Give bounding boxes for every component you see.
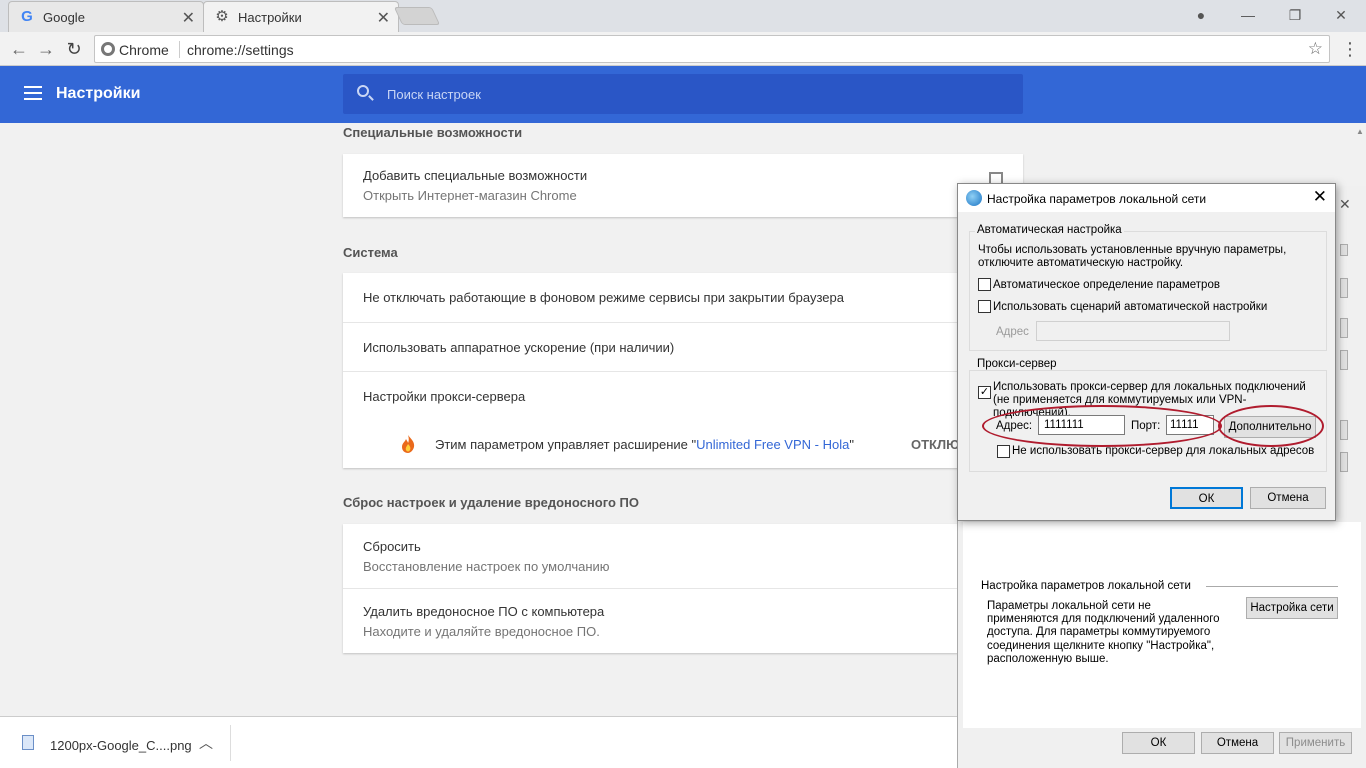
extension-link[interactable]: Unlimited Free VPN - Hola (696, 437, 849, 452)
use-proxy-checkbox[interactable]: ✓ (978, 386, 991, 399)
close-window-button[interactable]: ✕ (1329, 4, 1353, 26)
disable-extension-button[interactable]: ОТКЛЮ (911, 437, 960, 452)
tab-title: Настройки (238, 10, 302, 25)
card-system: Не отключать работающие в фоновом режиме… (343, 273, 1023, 468)
scroll-up-arrow-icon[interactable]: ▲ (1356, 127, 1364, 137)
auto-detect-label: Автоматическое определение параметров (993, 279, 1220, 291)
tab-google[interactable]: G Google ✕ (8, 1, 204, 32)
auto-config-description: Чтобы использовать установленные вручную… (978, 244, 1287, 269)
ok-button[interactable]: ОК (1122, 732, 1195, 754)
chevron-up-icon[interactable]: ︿ (199, 733, 213, 753)
dialog-titlebar: Настройка параметров локальной сети ✕ (958, 184, 1335, 212)
cancel-button[interactable]: Отмена (1201, 732, 1274, 754)
close-icon[interactable]: ✕ (1313, 187, 1327, 207)
profile-icon[interactable]: ● (1189, 4, 1213, 26)
cancel-button[interactable]: Отмена (1250, 487, 1326, 509)
auto-script-checkbox[interactable] (978, 300, 991, 313)
lan-settings-button[interactable]: Настройка сети (1246, 597, 1338, 619)
bookmark-star-icon[interactable]: ☆ (1308, 39, 1323, 59)
close-tab-icon[interactable]: ✕ (182, 8, 195, 28)
highlight-annotation (1218, 405, 1324, 447)
reset-row[interactable]: Сбросить Восстановление настроек по умол… (343, 524, 1023, 588)
forward-arrow-icon[interactable]: → (35, 38, 57, 60)
tab-settings[interactable]: ⚙ Настройки ✕ (203, 1, 399, 32)
download-filename[interactable]: 1200px-Google_C....png (50, 738, 192, 753)
row-title: Добавить специальные возможности (363, 168, 588, 183)
ok-button[interactable]: ОК (1170, 487, 1243, 509)
hardware-accel-row[interactable]: Использовать аппаратное ускорение (при н… (343, 323, 1023, 371)
omnibox-separator (179, 41, 180, 58)
reload-icon[interactable]: ↻ (63, 38, 85, 60)
hola-extension-icon (402, 435, 415, 453)
chrome-icon (101, 42, 115, 56)
minimize-button[interactable]: — (1236, 4, 1260, 26)
row-subtitle: Восстановление настроек по умолчанию (363, 559, 610, 574)
card-accessibility: Добавить специальные возможности Открыть… (343, 154, 1023, 217)
hidden-control (1340, 278, 1348, 298)
lan-group-title: Настройка параметров локальной сети (981, 580, 1191, 592)
hamburger-menu-icon[interactable] (24, 86, 42, 100)
row-title: Не отключать работающие в фоновом режиме… (363, 290, 844, 305)
row-subtitle: Находите и удаляйте вредоносное ПО. (363, 624, 600, 639)
row-title: Использовать аппаратное ускорение (при н… (363, 340, 675, 355)
settings-header: Настройки (0, 66, 1366, 123)
restore-button[interactable]: ❐ (1283, 4, 1307, 26)
proxy-group-label: Прокси-сервер (975, 358, 1059, 370)
bypass-local-checkbox[interactable] (997, 445, 1010, 458)
extension-notice: Этим параметром управляет расширение "Un… (435, 437, 854, 452)
row-title: Удалить вредоносное ПО с компьютера (363, 604, 605, 619)
close-icon[interactable]: ✕ (1339, 196, 1351, 213)
background-apps-row[interactable]: Не отключать работающие в фоновом режиме… (343, 273, 1023, 322)
auto-config-group-label: Автоматическая настройка (975, 224, 1124, 236)
extension-prefix: Этим параметром управляет расширение " (435, 437, 697, 452)
script-address-input[interactable] (1036, 321, 1230, 341)
back-arrow-icon[interactable]: ← (8, 38, 30, 60)
chrome-menu-icon[interactable]: ⋮ (1340, 37, 1360, 61)
google-g-icon: G (21, 8, 33, 25)
new-tab-button[interactable] (393, 7, 441, 25)
url-text[interactable]: chrome://settings (187, 42, 294, 58)
hidden-control (1340, 452, 1348, 472)
section-title-reset: Сброс настроек и удаление вредоносного П… (343, 495, 639, 510)
row-title: Настройки прокси-сервера (363, 389, 526, 404)
lan-group-description: Параметры локальной сети не применяются … (987, 600, 1220, 665)
dialog-title: Настройка параметров локальной сети (987, 192, 1207, 206)
apply-button[interactable]: Применить (1279, 732, 1352, 754)
settings-search[interactable] (343, 74, 1023, 114)
browser-toolbar: ← → ↻ Chrome chrome://settings ☆ (0, 32, 1366, 66)
omnibox-chip: Chrome (119, 42, 169, 58)
search-icon (357, 85, 369, 97)
proxy-settings-row[interactable]: Настройки прокси-сервера Этим параметром… (343, 372, 1023, 468)
settings-title: Настройки (56, 85, 141, 102)
search-input[interactable] (387, 84, 987, 104)
hidden-control (1340, 420, 1348, 440)
extension-suffix: " (849, 437, 854, 452)
close-tab-icon[interactable]: ✕ (377, 8, 390, 28)
image-file-icon (22, 735, 34, 750)
download-separator (230, 725, 231, 761)
section-title-accessibility: Специальные возможности (343, 125, 523, 140)
hidden-control (1340, 350, 1348, 370)
group-divider (1206, 586, 1338, 587)
card-reset: Сбросить Восстановление настроек по умол… (343, 524, 1023, 653)
network-globe-icon (966, 190, 982, 206)
auto-script-label: Использовать сценарий автоматической нас… (993, 301, 1268, 313)
gear-icon: ⚙ (215, 8, 229, 25)
tab-title: Google (43, 10, 85, 25)
row-title: Сбросить (363, 539, 421, 554)
address-bar[interactable]: Chrome chrome://settings ☆ (94, 35, 1330, 63)
highlight-annotation (982, 405, 1222, 447)
script-address-label: Адрес (996, 326, 1029, 338)
tab-strip: G Google ✕ ⚙ Настройки ✕ ● — ❐ ✕ (0, 0, 1366, 32)
hidden-control (1340, 318, 1348, 338)
hidden-control (1340, 244, 1348, 256)
cleanup-row[interactable]: Удалить вредоносное ПО с компьютера Нахо… (343, 589, 1023, 653)
section-title-system: Система (343, 245, 398, 260)
add-accessibility-row[interactable]: Добавить специальные возможности Открыть… (343, 154, 1023, 217)
auto-detect-checkbox[interactable] (978, 278, 991, 291)
row-subtitle: Открыть Интернет-магазин Chrome (363, 188, 577, 203)
lan-settings-dialog: Настройка параметров локальной сети ✕ Ав… (957, 183, 1336, 521)
